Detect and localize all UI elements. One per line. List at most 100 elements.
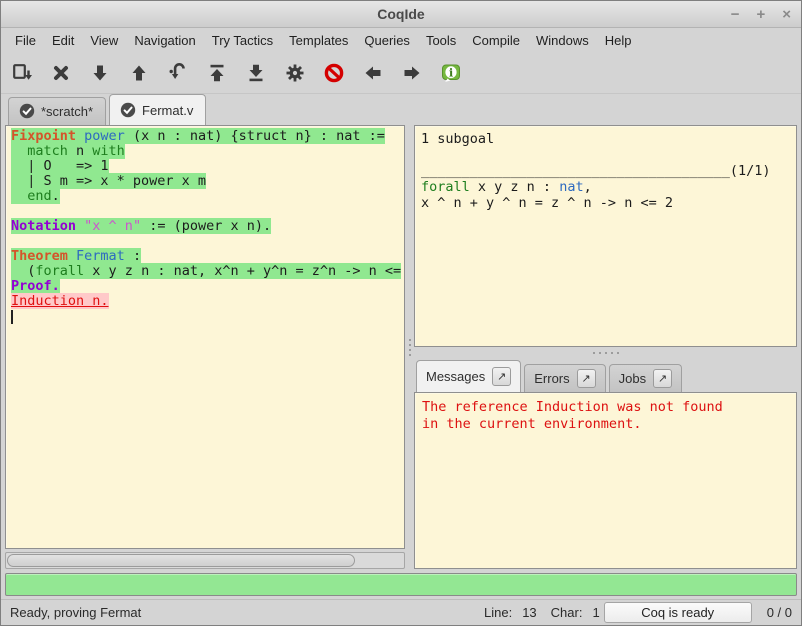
- message-tab-bar: Messages ↗ Errors ↗ Jobs ↗: [414, 359, 797, 392]
- message-line: in the current environment.: [422, 416, 789, 433]
- scrollbar-thumb[interactable]: [7, 554, 355, 567]
- text-line: | S m => x * power x m: [11, 174, 404, 189]
- coqide-window: CoqIde − + × File Edit View Navigation T…: [0, 0, 802, 626]
- detach-button[interactable]: ↗: [653, 369, 672, 388]
- step-backward-button[interactable]: [126, 60, 152, 86]
- go-to-end-icon: [245, 62, 267, 84]
- text-line: Theorem Fermat :: [11, 249, 404, 264]
- go-to-cursor-button[interactable]: [165, 60, 191, 86]
- text-line: end.: [11, 189, 404, 204]
- script-pane: Fixpoint power (x n : nat) {struct n} : …: [5, 125, 405, 569]
- coq-status-button[interactable]: Coq is ready: [604, 602, 752, 623]
- menu-file[interactable]: File: [7, 30, 44, 51]
- goal-view[interactable]: 1 subgoal ______________________________…: [414, 125, 797, 347]
- detach-button[interactable]: ↗: [577, 369, 596, 388]
- line-label: Line:: [484, 605, 512, 620]
- status-bar: Ready, proving Fermat Line: 13 Char: 1 C…: [1, 599, 801, 625]
- go-to-end-button[interactable]: [243, 60, 269, 86]
- char-label: Char:: [551, 605, 583, 620]
- detach-arrow-icon: ↗: [497, 370, 506, 383]
- main-area: Fixpoint power (x n : nat) {struct n} : …: [1, 125, 801, 573]
- tab-fermat[interactable]: Fermat.v: [109, 94, 206, 125]
- detach-arrow-icon: ↗: [582, 372, 591, 385]
- toolbar: i: [1, 52, 801, 94]
- detach-arrow-icon: ↗: [658, 372, 667, 385]
- text-line: Fixpoint power (x n : nat) {struct n} : …: [11, 129, 404, 144]
- tab-label: *scratch*: [41, 104, 93, 119]
- char-value: 1: [592, 605, 599, 620]
- goal-text: 1 subgoal ______________________________…: [421, 131, 790, 211]
- menu-windows[interactable]: Windows: [528, 30, 597, 51]
- text-line: Induction n.: [11, 294, 404, 309]
- code-editor[interactable]: Fixpoint power (x n : nat) {struct n} : …: [5, 125, 405, 549]
- menu-queries[interactable]: Queries: [356, 30, 418, 51]
- title-bar: CoqIde − + ×: [1, 1, 801, 28]
- tab-check-icon: [120, 102, 136, 118]
- menu-compile[interactable]: Compile: [464, 30, 528, 51]
- tab-messages[interactable]: Messages ↗: [416, 360, 521, 392]
- forward-button[interactable]: [399, 60, 425, 86]
- tab-label: Jobs: [619, 371, 646, 386]
- back-button[interactable]: [360, 60, 386, 86]
- menu-bar: File Edit View Navigation Try Tactics Te…: [1, 28, 801, 52]
- tab-scratch[interactable]: *scratch*: [8, 97, 106, 125]
- about-button[interactable]: i: [438, 60, 464, 86]
- text-line: 1 subgoal: [421, 131, 790, 147]
- tab-check-icon: [19, 103, 35, 119]
- interrupt-icon: [323, 62, 345, 84]
- close-icon: [50, 62, 72, 84]
- step-forward-button[interactable]: [87, 60, 113, 86]
- about-icon: i: [440, 62, 462, 84]
- forward-icon: [401, 62, 423, 84]
- text-line: (forall x y z n : nat, x^n + y^n = z^n -…: [11, 264, 404, 279]
- window-controls: − + ×: [731, 1, 791, 27]
- step-forward-icon: [89, 62, 111, 84]
- menu-try-tactics[interactable]: Try Tactics: [204, 30, 281, 51]
- progress-bar: [5, 573, 797, 596]
- menu-navigation[interactable]: Navigation: [126, 30, 203, 51]
- tab-label: Messages: [426, 369, 485, 384]
- menu-templates[interactable]: Templates: [281, 30, 356, 51]
- right-pane: 1 subgoal ______________________________…: [414, 125, 797, 569]
- menu-tools[interactable]: Tools: [418, 30, 464, 51]
- gear-icon: [284, 62, 306, 84]
- message-view[interactable]: The reference Induction was not foundin …: [414, 392, 797, 569]
- status-message: Ready, proving Fermat: [10, 605, 470, 620]
- text-cursor: [11, 310, 13, 324]
- menu-edit[interactable]: Edit: [44, 30, 82, 51]
- tab-label: Errors: [534, 371, 569, 386]
- save-button[interactable]: [9, 60, 35, 86]
- step-backward-icon: [128, 62, 150, 84]
- horizontal-splitter[interactable]: [414, 347, 797, 359]
- minimize-button[interactable]: −: [731, 7, 740, 22]
- back-icon: [362, 62, 384, 84]
- window-title: CoqIde: [1, 1, 801, 27]
- vertical-splitter[interactable]: [405, 125, 414, 569]
- line-value: 13: [522, 605, 536, 620]
- horizontal-scrollbar[interactable]: [5, 552, 405, 569]
- text-line: x ^ n + y ^ n = z ^ n -> n <= 2: [421, 195, 790, 211]
- message-line: The reference Induction was not found: [422, 399, 789, 416]
- detach-button[interactable]: ↗: [492, 367, 511, 386]
- task-counter: 0 / 0: [767, 605, 792, 620]
- buffer-tab-bar: *scratch* Fermat.v: [1, 94, 801, 125]
- tab-jobs[interactable]: Jobs ↗: [609, 364, 682, 392]
- text-line: Notation "x ^ n" := (power x n).: [11, 219, 404, 234]
- text-line: ______________________________________(1…: [421, 163, 790, 179]
- text-line: forall x y z n : nat,: [421, 179, 790, 195]
- text-line: [11, 309, 404, 324]
- text-line: | O => 1: [11, 159, 404, 174]
- text-line: [421, 147, 790, 163]
- message-text: The reference Induction was not foundin …: [422, 399, 789, 433]
- menu-help[interactable]: Help: [597, 30, 640, 51]
- menu-view[interactable]: View: [82, 30, 126, 51]
- save-icon: [11, 62, 33, 84]
- restart-button[interactable]: [204, 60, 230, 86]
- close-button[interactable]: ×: [782, 7, 791, 22]
- interrupt-button[interactable]: [321, 60, 347, 86]
- tab-errors[interactable]: Errors ↗: [524, 364, 605, 392]
- fully-check-button[interactable]: [282, 60, 308, 86]
- maximize-button[interactable]: +: [756, 7, 765, 22]
- close-buffer-button[interactable]: [48, 60, 74, 86]
- code-view: Fixpoint power (x n : nat) {struct n} : …: [11, 129, 404, 324]
